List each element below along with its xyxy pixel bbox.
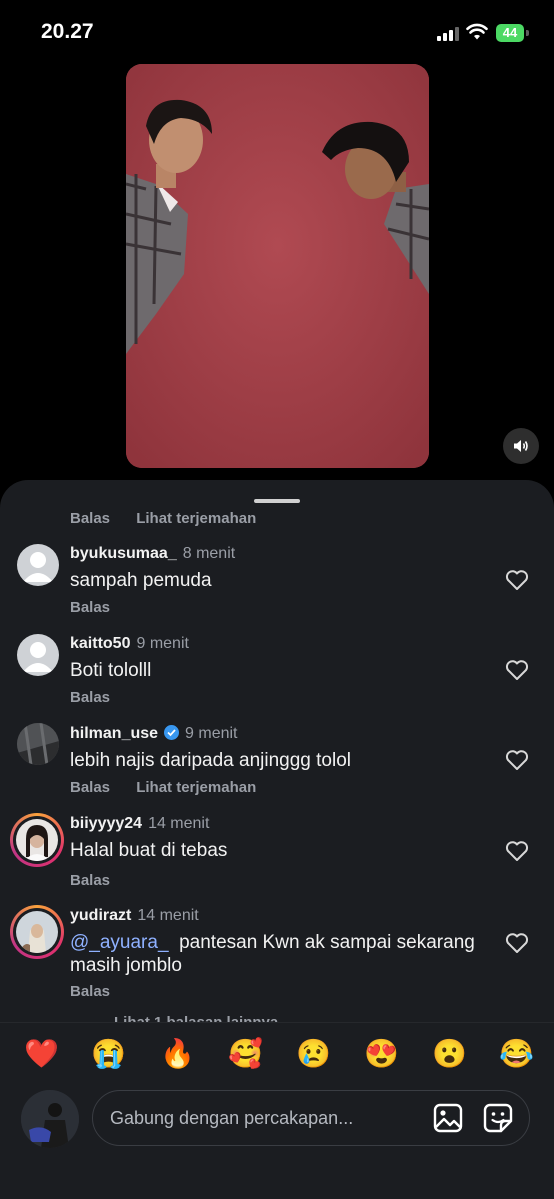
comment-text: lebih najis daripada anjinggg tolol — [70, 750, 351, 771]
emoji-heart-eyes[interactable]: 😍 — [364, 1037, 399, 1071]
video-frame — [126, 64, 429, 468]
comment-composer: Gabung dengan percakapan... — [0, 1084, 554, 1199]
like-heart-icon[interactable] — [505, 659, 529, 681]
like-heart-icon[interactable] — [505, 749, 529, 771]
comment-time: 8 menit — [182, 545, 236, 562]
avatar[interactable] — [10, 813, 64, 867]
speaker-icon — [514, 440, 528, 452]
sticker-icon[interactable] — [483, 1103, 513, 1133]
reply-button[interactable]: Balas — [70, 689, 110, 706]
comment-actions: Balas Lihat terjemahan — [70, 510, 278, 527]
mention-link[interactable]: @_ayuara_ — [70, 932, 169, 953]
emoji-reaction-bar: ❤️ 😭 🔥 🥰 😢 😍 😮 😂 — [0, 1022, 554, 1085]
reply-button[interactable]: Balas — [70, 872, 110, 889]
comment-username[interactable]: kaitto50 — [70, 635, 130, 652]
reply-button[interactable]: Balas — [70, 599, 110, 616]
signal-icon — [437, 27, 459, 41]
like-heart-icon[interactable] — [505, 932, 529, 954]
comment-input-placeholder: Gabung dengan percakapan... — [110, 1108, 354, 1128]
emoji-laughing[interactable]: 😂 — [499, 1037, 534, 1071]
like-heart-icon[interactable] — [505, 840, 529, 862]
status-time: 20.27 — [41, 20, 94, 43]
comment-text: Halal buat di tebas — [70, 840, 228, 861]
reply-button[interactable]: Balas — [70, 779, 110, 796]
reply-button[interactable]: Balas — [70, 510, 110, 527]
emoji-heart[interactable]: ❤️ — [24, 1037, 59, 1071]
emoji-sad[interactable]: 😢 — [296, 1037, 331, 1071]
verified-badge-icon — [164, 725, 180, 740]
video-player[interactable] — [126, 64, 429, 468]
avatar[interactable] — [17, 723, 59, 765]
comment-text: @_ayuara_ pantesan Kwn ak sampai sekaran… — [70, 931, 490, 977]
emoji-surprised[interactable]: 😮 — [432, 1037, 467, 1071]
comment-time: 14 menit — [148, 815, 210, 832]
avatar[interactable] — [17, 634, 59, 676]
default-avatar-icon — [23, 552, 53, 582]
comment-time: 14 menit — [137, 907, 199, 924]
sheet-drag-handle[interactable] — [254, 499, 300, 503]
avatar[interactable] — [17, 544, 59, 586]
translate-button[interactable]: Lihat terjemahan — [136, 779, 256, 796]
comment-time: 9 menit — [185, 725, 238, 742]
gallery-icon[interactable] — [433, 1103, 463, 1133]
profile-photo — [16, 911, 58, 953]
sound-toggle-button[interactable] — [503, 428, 539, 464]
emoji-fire[interactable]: 🔥 — [160, 1037, 195, 1071]
battery-icon: 44 — [496, 24, 530, 42]
profile-photo — [21, 1090, 79, 1148]
emoji-crying[interactable]: 😭 — [91, 1037, 126, 1071]
comment-text: sampah pemuda — [70, 570, 212, 591]
comment-username[interactable]: hilman_use — [70, 725, 158, 742]
status-bar: 20.27 44 — [0, 0, 554, 64]
wifi-icon — [466, 23, 488, 40]
profile-photo — [17, 723, 59, 765]
battery-level: 44 — [496, 24, 524, 42]
comment-time: 9 menit — [136, 635, 189, 652]
reply-button[interactable]: Balas — [70, 983, 110, 1000]
comment-input[interactable]: Gabung dengan percakapan... — [92, 1090, 530, 1146]
comment-username[interactable]: yudirazt — [70, 907, 131, 924]
translate-button[interactable]: Lihat terjemahan — [136, 510, 256, 527]
like-heart-icon[interactable] — [505, 569, 529, 591]
comment-text: Boti tololll — [70, 660, 152, 681]
default-avatar-icon — [23, 642, 53, 672]
avatar[interactable] — [10, 905, 64, 959]
emoji-smiling-hearts[interactable]: 🥰 — [228, 1037, 263, 1071]
my-avatar[interactable] — [21, 1090, 79, 1148]
profile-photo — [16, 819, 58, 861]
comment-username[interactable]: biiyyyy24 — [70, 815, 142, 832]
comment-username[interactable]: byukusumaa_ — [70, 545, 177, 562]
